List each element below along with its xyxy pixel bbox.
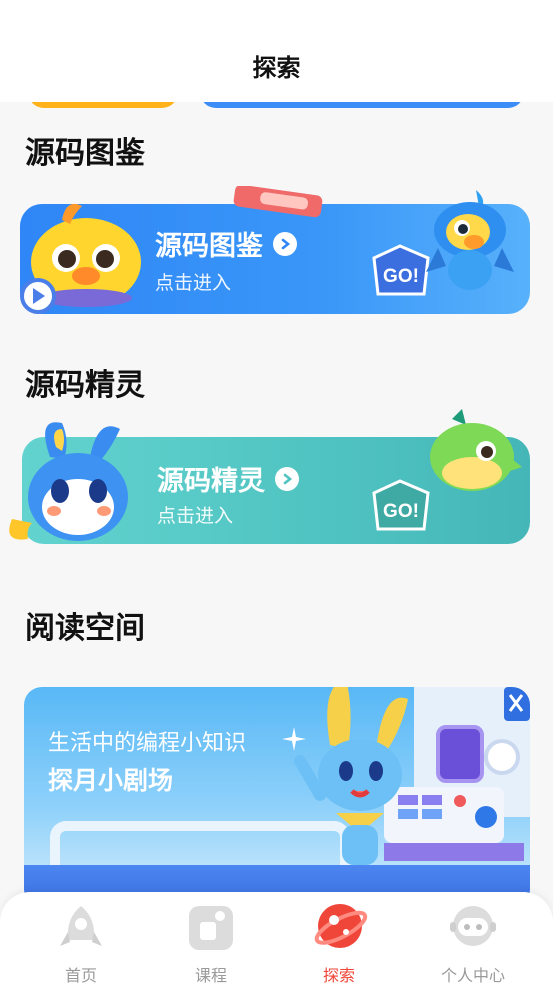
tab-home-label: 首页 <box>64 966 97 984</box>
pokedex-card-title: 源码图鉴 <box>155 224 297 263</box>
section-title-pokedex: 源码图鉴 <box>25 136 145 171</box>
sprite-enter-label: 点击进入 <box>157 505 234 527</box>
tag-decoration <box>233 186 323 218</box>
go-text: GO! <box>383 501 419 522</box>
pokedex-enter-label: 点击进入 <box>155 272 232 294</box>
yellow-bird-mascot <box>20 203 141 314</box>
section-title-sprite: 源码精灵 <box>25 368 145 403</box>
top-bar: 探索 <box>0 0 553 102</box>
tab-home[interactable]: 首页 <box>26 898 136 984</box>
green-dino-mascot <box>430 409 522 491</box>
astronaut-icon <box>450 906 496 946</box>
sprite-card-title: 源码精灵 <box>157 459 299 498</box>
tab-explore[interactable]: 探索 <box>284 898 394 984</box>
page-title: 探索 <box>252 54 301 82</box>
sparkle-icon <box>282 727 306 751</box>
blue-bunny-mascot <box>9 422 128 541</box>
section-title-reading: 阅读空间 <box>25 611 145 646</box>
rabbit-mascot <box>294 687 408 865</box>
tab-profile-label: 个人中心 <box>440 966 505 984</box>
sprite-card[interactable]: 源码精灵 点击进入 GO! <box>9 409 530 544</box>
course-icon <box>189 906 233 950</box>
rocket-icon <box>60 906 102 946</box>
pokedex-card[interactable]: 源码图鉴 点击进入 GO! <box>20 186 530 314</box>
blue-bird-mascot <box>426 190 514 290</box>
reading-subtitle: 生活中的编程小知识 <box>48 731 247 756</box>
tab-explore-label: 探索 <box>322 966 355 984</box>
go-text: GO! <box>383 266 419 287</box>
tab-course[interactable]: 课程 <box>156 898 266 984</box>
chevron-right-icon <box>275 466 299 491</box>
bottom-tab-bar: 首页 课程 探索 个人中心 <box>0 892 553 984</box>
reading-headline: 探月小剧场 <box>48 766 174 795</box>
chevron-right-icon <box>273 231 297 256</box>
tab-course-label: 课程 <box>194 966 227 984</box>
planet-icon <box>314 904 368 948</box>
reading-banner[interactable]: 生活中的编程小知识 探月小剧场 <box>24 687 530 907</box>
tab-profile[interactable]: 个人中心 <box>418 898 528 984</box>
